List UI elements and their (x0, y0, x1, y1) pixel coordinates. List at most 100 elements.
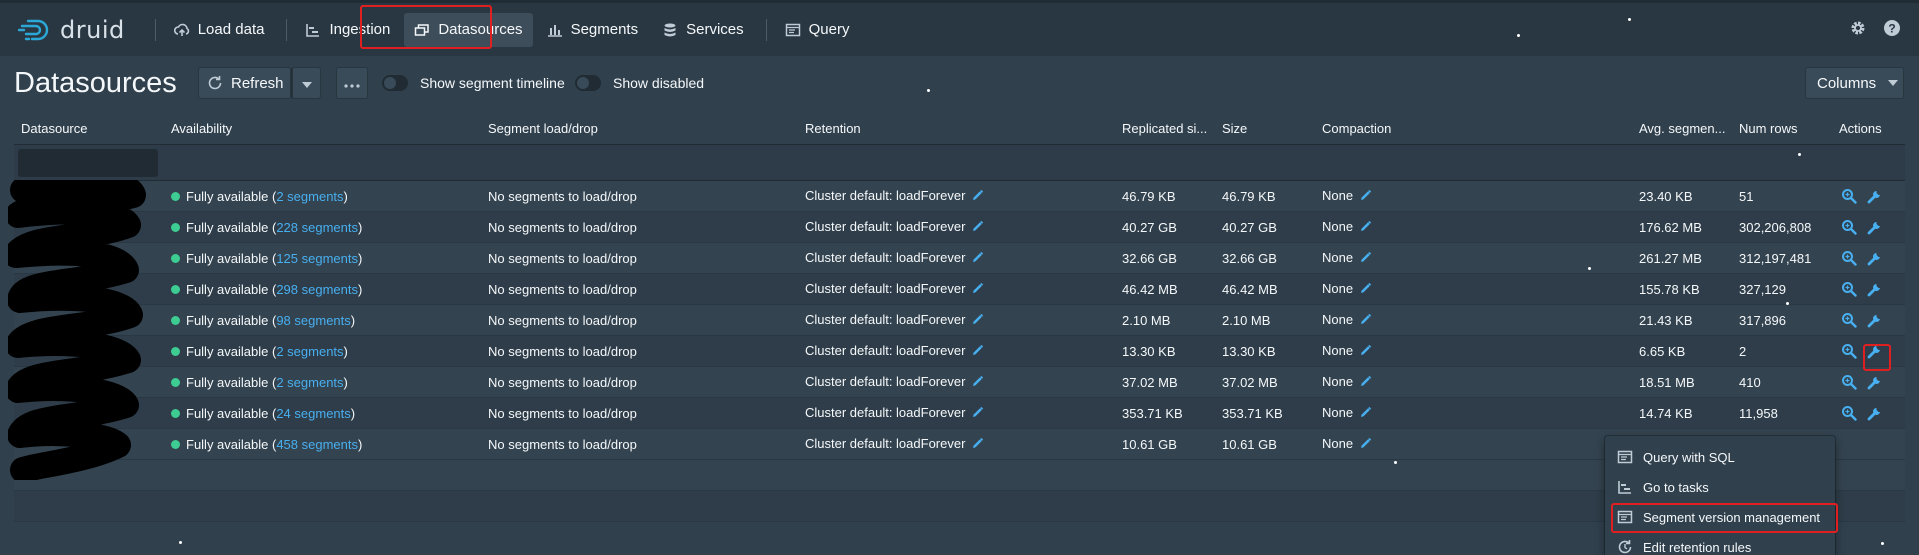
speck (1786, 302, 1789, 305)
segments-link[interactable]: 24 segments (276, 406, 350, 421)
column-header[interactable]: Replicated si... (1122, 121, 1207, 136)
search-icon[interactable] (1841, 250, 1857, 269)
caret-down-icon (1888, 80, 1899, 86)
toggle-switch[interactable] (575, 75, 601, 91)
avg-segment-size-cell: 261.27 MB (1639, 250, 1702, 266)
druid-logo[interactable]: druid (18, 16, 125, 44)
edit-compaction-icon[interactable] (1359, 251, 1372, 267)
columns-label: Columns (1817, 74, 1877, 92)
show-disabled-toggle[interactable]: Show disabled (575, 75, 704, 91)
segments-link[interactable]: 2 segments (276, 189, 343, 204)
edit-compaction-icon[interactable] (1359, 375, 1372, 391)
search-icon[interactable] (1841, 188, 1857, 207)
table-row: Fully available (98 segments) No segments… (14, 305, 1905, 336)
retention-text: Cluster default: loadForever (805, 435, 966, 451)
svg-text:?: ? (1888, 22, 1895, 36)
edit-retention-icon[interactable] (971, 344, 984, 360)
column-header[interactable]: Retention (805, 121, 861, 136)
segments-link[interactable]: 298 segments (276, 282, 358, 297)
edit-compaction-icon[interactable] (1359, 282, 1372, 298)
num-rows-cell: 51 (1739, 188, 1754, 204)
search-icon[interactable] (1841, 219, 1857, 238)
nav-load-data-label: Load data (197, 21, 265, 38)
avg-segment-size-cell: 23.40 KB (1639, 188, 1693, 204)
availability-text: Fully available ( (186, 405, 277, 421)
show-segment-timeline-toggle[interactable]: Show segment timeline (382, 75, 565, 91)
menu-item-go-to-tasks[interactable]: Go to tasks (1605, 472, 1835, 502)
columns-button[interactable]: Columns (1805, 67, 1904, 99)
segments-link[interactable]: 458 segments (276, 437, 358, 452)
edit-compaction-icon[interactable] (1359, 344, 1372, 360)
search-icon[interactable] (1841, 312, 1857, 331)
caret-down-icon (301, 75, 312, 92)
segments-link[interactable]: 228 segments (276, 220, 358, 235)
actions-cell (1841, 250, 1883, 269)
edit-retention-icon[interactable] (971, 375, 984, 391)
menu-item-edit-retention-rules[interactable]: Edit retention rules (1605, 532, 1835, 555)
num-rows-cell: 2 (1739, 343, 1747, 359)
search-icon[interactable] (1841, 281, 1857, 300)
wrench-icon[interactable] (1867, 219, 1883, 238)
search-icon[interactable] (1841, 343, 1857, 362)
nav-segments[interactable]: Segments (537, 13, 649, 47)
edit-retention-icon[interactable] (971, 406, 984, 422)
nav-query[interactable]: Query (775, 13, 860, 47)
segments-link[interactable]: 2 segments (276, 344, 343, 359)
availability-text: Fully available ( (186, 250, 277, 266)
search-icon[interactable] (1841, 374, 1857, 393)
edit-compaction-icon[interactable] (1359, 437, 1372, 453)
edit-retention-icon[interactable] (971, 220, 984, 236)
database-icon (662, 22, 678, 38)
availability-text: Fully available ( (186, 219, 277, 235)
help-icon[interactable]: ? (1883, 19, 1901, 42)
available-status-dot (171, 253, 180, 263)
nav-services[interactable]: Services (652, 13, 754, 47)
more-options-button[interactable] (336, 67, 368, 99)
wrench-icon[interactable] (1867, 250, 1883, 269)
edit-compaction-icon[interactable] (1359, 313, 1372, 329)
edit-compaction-icon[interactable] (1359, 406, 1372, 422)
compaction-text: None (1322, 187, 1354, 203)
cloud-upload-icon (173, 22, 190, 38)
column-header[interactable]: Avg. segmen... (1639, 121, 1725, 136)
availability-suffix: ) (358, 250, 363, 266)
edit-retention-icon[interactable] (971, 251, 984, 267)
column-header[interactable]: Availability (171, 121, 232, 136)
edit-retention-icon[interactable] (971, 282, 984, 298)
gear-icon[interactable] (1849, 19, 1867, 42)
menu-item-query-with-sql[interactable]: Query with SQL (1605, 442, 1835, 472)
avg-segment-size-cell: 18.51 MB (1639, 374, 1695, 390)
column-header[interactable]: Size (1222, 121, 1247, 136)
edit-compaction-icon[interactable] (1359, 220, 1372, 236)
table-row: Fully available (2 segments) No segments … (14, 367, 1905, 398)
nav-load-data[interactable]: Load data (164, 13, 275, 47)
edit-retention-icon[interactable] (971, 189, 984, 205)
segments-link[interactable]: 98 segments (276, 313, 350, 328)
wrench-icon[interactable] (1867, 188, 1883, 207)
edit-retention-icon[interactable] (971, 313, 984, 329)
table-body: Fully available (2 segments) No segments … (14, 181, 1905, 460)
menu-item-label: Query with SQL (1643, 449, 1735, 465)
column-header[interactable]: Datasource (21, 121, 87, 136)
toggle-switch[interactable] (382, 75, 408, 91)
column-header[interactable]: Segment load/drop (488, 121, 598, 136)
segments-link[interactable]: 2 segments (276, 375, 343, 390)
search-icon[interactable] (1841, 405, 1857, 424)
wrench-icon[interactable] (1867, 405, 1883, 424)
table-header: Datasource Availability Segment load/dro… (14, 113, 1905, 145)
wrench-icon[interactable] (1867, 312, 1883, 331)
segments-link[interactable]: 125 segments (276, 251, 358, 266)
edit-compaction-icon[interactable] (1359, 189, 1372, 205)
compaction-cell: None (1322, 312, 1372, 329)
column-header[interactable]: Num rows (1739, 121, 1798, 136)
show-segment-timeline-label: Show segment timeline (420, 75, 565, 91)
datasource-filter-input[interactable] (18, 149, 158, 177)
compaction-text: None (1322, 218, 1354, 234)
column-header[interactable]: Compaction (1322, 121, 1391, 136)
wrench-icon[interactable] (1867, 374, 1883, 393)
retention-text: Cluster default: loadForever (805, 249, 966, 265)
refresh-options-button[interactable] (291, 67, 321, 99)
edit-retention-icon[interactable] (971, 437, 984, 453)
refresh-button[interactable]: Refresh (198, 67, 291, 99)
wrench-icon[interactable] (1867, 281, 1883, 300)
